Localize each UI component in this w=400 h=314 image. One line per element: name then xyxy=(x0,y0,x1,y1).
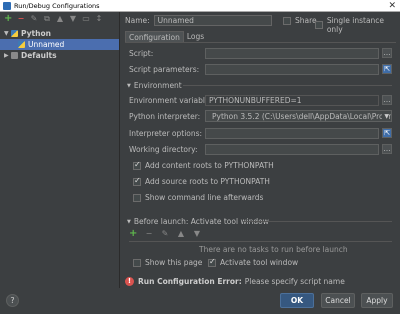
show-command-line-option[interactable]: Show command line afterwards xyxy=(133,193,263,202)
show-page-option[interactable]: Show this page xyxy=(133,258,202,267)
browse-script-button[interactable]: … xyxy=(382,48,392,58)
name-input[interactable]: Unnamed xyxy=(153,15,272,26)
move-task-down-icon[interactable]: ▼ xyxy=(193,230,201,238)
dialog-button-bar: ? OK Cancel Apply xyxy=(0,288,400,314)
chevron-down-icon[interactable]: ▼ xyxy=(382,111,389,121)
name-label: Name: xyxy=(125,16,150,25)
error-message: ! Run Configuration Error: Please specif… xyxy=(125,277,345,286)
edit-task-icon[interactable]: ✎ xyxy=(161,230,169,238)
python-interpreter-value: Python 3.5.2 (C:\Users\dell\AppData\Loca… xyxy=(212,111,392,121)
share-label: Share xyxy=(295,16,317,25)
tab-configuration[interactable]: Configuration xyxy=(125,31,184,42)
env-vars-field[interactable]: PYTHONUNBUFFERED=1 xyxy=(205,95,379,106)
help-button[interactable]: ? xyxy=(6,294,19,307)
expand-options-icon[interactable]: ⇱ xyxy=(382,128,392,138)
activate-tool-window-option[interactable]: Activate tool window xyxy=(208,257,299,267)
tree-node-python[interactable]: ▼ Python xyxy=(0,28,119,39)
environment-section-header[interactable]: ▼ Environment xyxy=(127,81,182,90)
source-roots-checkbox[interactable] xyxy=(133,176,141,186)
python-icon xyxy=(11,30,18,37)
tasks-toolbar: + − ✎ ▲ ▼ xyxy=(129,229,201,239)
configuration-editor: Name: Unnamed Share Single instance only… xyxy=(121,12,400,288)
name-row: Name: Unnamed xyxy=(125,15,272,26)
defaults-icon xyxy=(11,52,18,59)
tab-divider xyxy=(125,42,396,43)
error-text: Please specify script name xyxy=(244,277,345,286)
script-parameters-label: Script parameters: xyxy=(129,65,200,74)
empty-tasks-message: There are no tasks to run before launch xyxy=(199,245,348,254)
env-vars-label: Environment variables: xyxy=(129,96,216,105)
collapse-arrow-icon[interactable]: ▶ xyxy=(4,52,11,59)
window-title: Run/Debug Configurations xyxy=(14,1,100,10)
python-icon xyxy=(18,41,25,48)
activate-tool-window-label: Activate tool window xyxy=(220,258,299,267)
python-interpreter-label: Python interpreter: xyxy=(129,112,201,121)
app-icon xyxy=(3,1,11,10)
ok-button[interactable]: OK xyxy=(280,293,314,308)
folder-icon[interactable]: ▭ xyxy=(82,15,90,23)
show-command-line-label: Show command line afterwards xyxy=(145,193,264,202)
edit-defaults-icon[interactable]: ✎ xyxy=(30,15,38,23)
move-task-up-icon[interactable]: ▲ xyxy=(177,230,185,238)
section-divider xyxy=(243,221,392,222)
interpreter-options-field[interactable] xyxy=(205,128,379,139)
tab-bar: Configuration Logs xyxy=(125,31,207,42)
error-icon: ! xyxy=(125,277,134,286)
edit-env-vars-button[interactable]: … xyxy=(382,95,392,105)
single-instance-label: Single instance only xyxy=(326,16,385,34)
tree-node-unnamed-label: Unnamed xyxy=(28,40,65,49)
script-parameters-field[interactable] xyxy=(205,64,379,75)
script-label: Script: xyxy=(129,49,154,58)
cancel-button[interactable]: Cancel xyxy=(321,293,355,308)
share-checkbox[interactable] xyxy=(283,16,291,25)
tree-node-defaults[interactable]: ▶ Defaults xyxy=(0,50,119,61)
section-divider xyxy=(183,85,392,86)
show-page-label: Show this page xyxy=(145,258,203,267)
activate-tool-window-checkbox[interactable] xyxy=(208,257,216,267)
tree-node-defaults-label: Defaults xyxy=(21,51,57,60)
source-roots-option[interactable]: Add source roots to PYTHONPATH xyxy=(133,176,270,186)
remove-configuration-icon[interactable]: − xyxy=(17,15,25,23)
collapse-section-icon[interactable]: ▼ xyxy=(127,219,131,225)
content-roots-checkbox[interactable] xyxy=(133,160,141,170)
show-command-line-checkbox[interactable] xyxy=(133,193,141,202)
sort-icon[interactable]: ↕ xyxy=(95,15,103,23)
expand-arrow-icon[interactable]: ▼ xyxy=(4,30,11,37)
window-titlebar: Run/Debug Configurations ✕ xyxy=(0,0,400,12)
remove-task-icon[interactable]: − xyxy=(145,230,153,238)
environment-header-label: Environment xyxy=(133,81,182,90)
working-directory-field[interactable] xyxy=(205,144,379,155)
add-task-icon[interactable]: + xyxy=(129,229,137,239)
apply-button[interactable]: Apply xyxy=(361,293,393,308)
expand-parameters-icon[interactable]: ⇱ xyxy=(382,64,392,74)
interpreter-options-label: Interpreter options: xyxy=(129,129,203,138)
single-instance-option[interactable]: Single instance only xyxy=(315,16,400,34)
close-window-icon[interactable]: ✕ xyxy=(388,0,396,12)
tree-node-python-label: Python xyxy=(21,29,51,38)
single-instance-checkbox[interactable] xyxy=(315,21,323,29)
content-roots-option[interactable]: Add content roots to PYTHONPATH xyxy=(133,160,274,170)
configurations-tree-panel: + − ✎ ⧉ ▲ ▼ ▭ ↕ ▼ Python Unnamed ▶ Defau… xyxy=(0,12,120,288)
python-interpreter-select[interactable]: Python 3.5.2 (C:\Users\dell\AppData\Loca… xyxy=(205,110,392,122)
source-roots-label: Add source roots to PYTHONPATH xyxy=(145,177,270,186)
move-up-icon[interactable]: ▲ xyxy=(56,15,64,23)
error-title: Run Configuration Error: xyxy=(138,277,242,286)
script-field[interactable] xyxy=(205,48,379,59)
share-option[interactable]: Share xyxy=(283,16,317,25)
browse-directory-button[interactable]: … xyxy=(382,144,392,154)
collapse-section-icon[interactable]: ▼ xyxy=(127,83,131,89)
content-roots-label: Add content roots to PYTHONPATH xyxy=(145,161,274,170)
move-down-icon[interactable]: ▼ xyxy=(69,15,77,23)
show-page-checkbox[interactable] xyxy=(133,258,141,267)
add-configuration-icon[interactable]: + xyxy=(4,14,12,24)
tab-logs[interactable]: Logs xyxy=(184,31,207,42)
configurations-tree: ▼ Python Unnamed ▶ Defaults xyxy=(0,28,119,61)
tree-node-unnamed[interactable]: Unnamed xyxy=(0,39,119,50)
copy-configuration-icon[interactable]: ⧉ xyxy=(43,15,51,23)
working-directory-label: Working directory: xyxy=(129,145,198,154)
tree-toolbar: + − ✎ ⧉ ▲ ▼ ▭ ↕ xyxy=(0,12,119,26)
